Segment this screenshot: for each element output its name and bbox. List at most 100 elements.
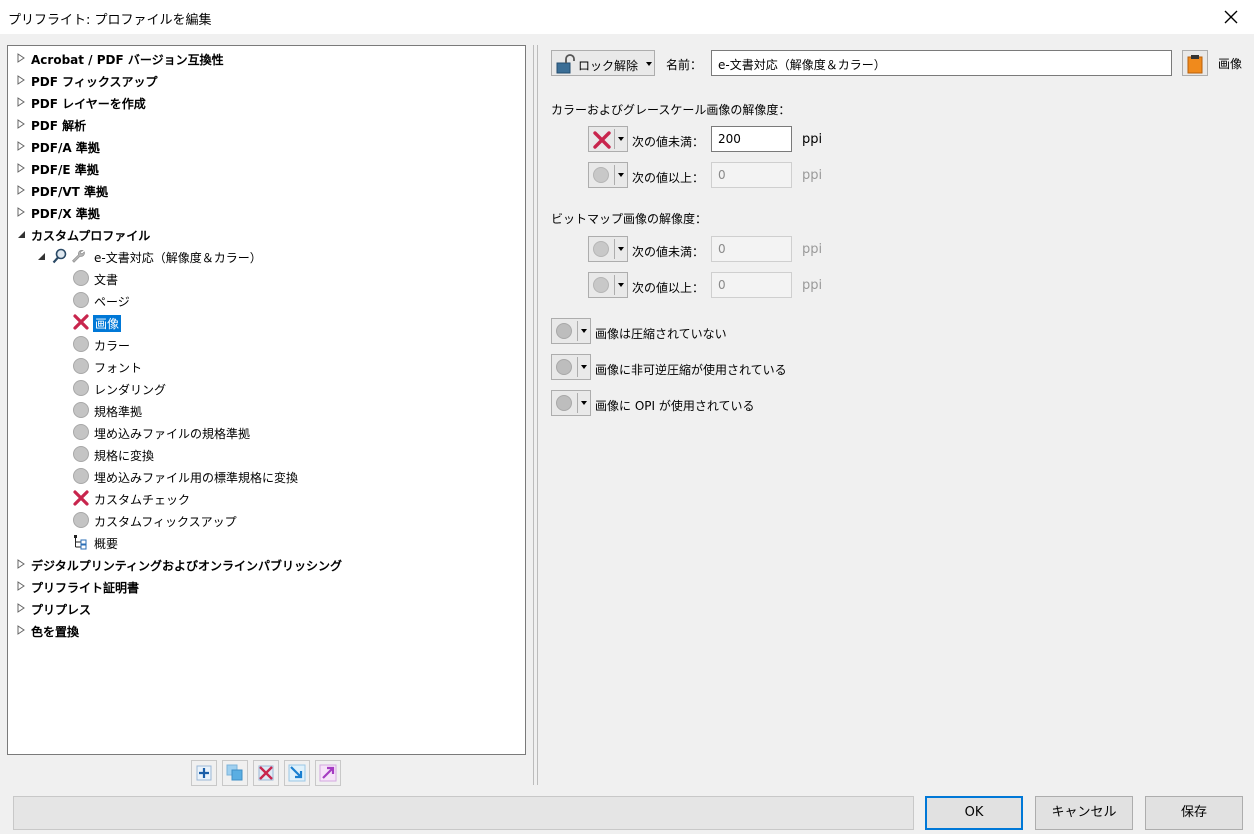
severity-dropdown[interactable]: [588, 126, 628, 152]
color-above-input[interactable]: 0: [711, 162, 792, 188]
unlock-label: ロック解除: [578, 59, 639, 73]
profile-tree[interactable]: Acrobat / PDF バージョン互換性 PDF フィックスアップ PDF …: [7, 45, 526, 755]
tree-item-label: フォント: [94, 361, 143, 375]
expand-arrow-icon[interactable]: [16, 603, 26, 613]
gray-circle-icon: [593, 167, 609, 183]
close-icon[interactable]: [1218, 4, 1244, 30]
color-resolution-heading: カラーおよびグレースケール画像の解像度：: [551, 103, 791, 117]
unit-label: ppi: [802, 278, 823, 293]
gray-circle-icon: [73, 380, 89, 396]
import-arrow-icon: [288, 764, 306, 782]
expand-arrow-icon[interactable]: [16, 185, 26, 195]
severity-dropdown[interactable]: [551, 354, 591, 380]
save-button[interactable]: 保存: [1145, 796, 1243, 830]
gray-circle-icon: [73, 402, 89, 418]
gray-circle-icon: [73, 424, 89, 440]
expand-arrow-icon[interactable]: [16, 559, 26, 569]
tree-item-label: PDF レイヤーを作成: [31, 97, 146, 111]
tree-item-label: 埋め込みファイルの規格準拠: [94, 427, 251, 441]
chevron-down-icon: [646, 62, 652, 66]
magnifier-icon: [52, 248, 67, 264]
chevron-down-icon: [581, 329, 587, 333]
bitmap-below-input[interactable]: 0: [711, 236, 792, 262]
gray-circle-icon: [73, 336, 89, 352]
cancel-button[interactable]: キャンセル: [1035, 796, 1133, 830]
tree-item-label: 色を置換: [31, 625, 80, 639]
tree-item-label: PDF/A 準拠: [31, 141, 100, 155]
tree-item-label: プリプレス: [31, 603, 92, 617]
chevron-down-icon: [581, 401, 587, 405]
name-field[interactable]: e-文書対応（解像度＆カラー）: [711, 50, 1172, 76]
color-below-input[interactable]: 200: [711, 126, 792, 152]
ok-button[interactable]: OK: [925, 796, 1023, 830]
chevron-down-icon: [618, 283, 624, 287]
unit-label: ppi: [802, 242, 823, 257]
expand-arrow-icon[interactable]: [16, 119, 26, 129]
tree-item-label: プリフライト証明書: [31, 581, 140, 595]
tree-item-label: 埋め込みファイル用の標準規格に変換: [94, 471, 299, 485]
panel-splitter[interactable]: [533, 45, 538, 785]
window-title: プリフライト: プロファイルを編集: [8, 13, 212, 28]
tree-item-label: PDF/X 準拠: [31, 207, 100, 221]
delete-button[interactable]: [253, 760, 279, 786]
wrench-icon: [72, 250, 85, 263]
severity-dropdown[interactable]: [551, 318, 591, 344]
gray-circle-icon: [593, 241, 609, 257]
duplicate-icon: [226, 764, 243, 781]
expand-arrow-icon[interactable]: [16, 581, 26, 591]
tree-item-label: PDF 解析: [31, 119, 87, 133]
above-label: 次の値以上：: [632, 281, 705, 295]
tree-item-label: デジタルプリンティングおよびオンラインパブリッシング: [31, 559, 343, 573]
expand-arrow-icon[interactable]: [16, 141, 26, 151]
expand-arrow-icon[interactable]: [16, 53, 26, 63]
collapse-arrow-icon[interactable]: [36, 251, 46, 261]
gray-circle-icon: [73, 270, 89, 286]
severity-dropdown[interactable]: [588, 272, 628, 298]
name-label: 名前：: [666, 58, 703, 72]
gray-circle-icon: [556, 323, 572, 339]
gray-circle-icon: [73, 512, 89, 528]
tree-item-label: Acrobat / PDF バージョン互換性: [31, 53, 224, 67]
tree-item-label: 画像: [93, 315, 122, 332]
category-icon-button[interactable]: [1182, 50, 1208, 76]
unlock-button[interactable]: ロック解除: [551, 50, 655, 76]
unit-label: ppi: [802, 132, 823, 147]
severity-dropdown[interactable]: [588, 162, 628, 188]
expand-arrow-icon[interactable]: [16, 207, 26, 217]
tree-item-label: PDF/VT 準拠: [31, 185, 108, 199]
unit-label: ppi: [802, 168, 823, 183]
delete-icon: [258, 765, 274, 781]
export-button[interactable]: [315, 760, 341, 786]
below-label: 次の値未満：: [632, 245, 705, 259]
bitmap-resolution-heading: ビットマップ画像の解像度：: [551, 212, 708, 226]
above-label: 次の値以上：: [632, 171, 705, 185]
check-opi-label: 画像に OPI が使用されている: [595, 399, 755, 413]
severity-dropdown[interactable]: [588, 236, 628, 262]
plus-icon: [196, 765, 212, 781]
severity-dropdown[interactable]: [551, 390, 591, 416]
collapse-arrow-icon[interactable]: [16, 229, 26, 239]
gray-circle-icon: [593, 277, 609, 293]
duplicate-button[interactable]: [222, 760, 248, 786]
gray-circle-icon: [556, 359, 572, 375]
error-x-icon: [593, 131, 611, 149]
expand-arrow-icon[interactable]: [16, 625, 26, 635]
tree-item-label: カスタムチェック: [94, 493, 191, 507]
status-area: [13, 796, 914, 830]
tree-item-label: 文書: [94, 273, 119, 287]
tree-item-label: ページ: [94, 295, 130, 309]
tree-item-label: レンダリング: [94, 383, 167, 397]
gray-circle-icon: [73, 468, 89, 484]
tree-item-label: 概要: [94, 537, 119, 551]
expand-arrow-icon[interactable]: [16, 75, 26, 85]
gray-circle-icon: [73, 446, 89, 462]
section-tag: 画像: [1218, 57, 1243, 71]
check-uncompressed-label: 画像は圧縮されていない: [595, 327, 727, 341]
tree-item-label: カラー: [94, 339, 131, 353]
expand-arrow-icon[interactable]: [16, 163, 26, 173]
import-button[interactable]: [284, 760, 310, 786]
new-profile-button[interactable]: [191, 760, 217, 786]
bitmap-above-input[interactable]: 0: [711, 272, 792, 298]
error-x-icon: [73, 490, 89, 506]
expand-arrow-icon[interactable]: [16, 97, 26, 107]
